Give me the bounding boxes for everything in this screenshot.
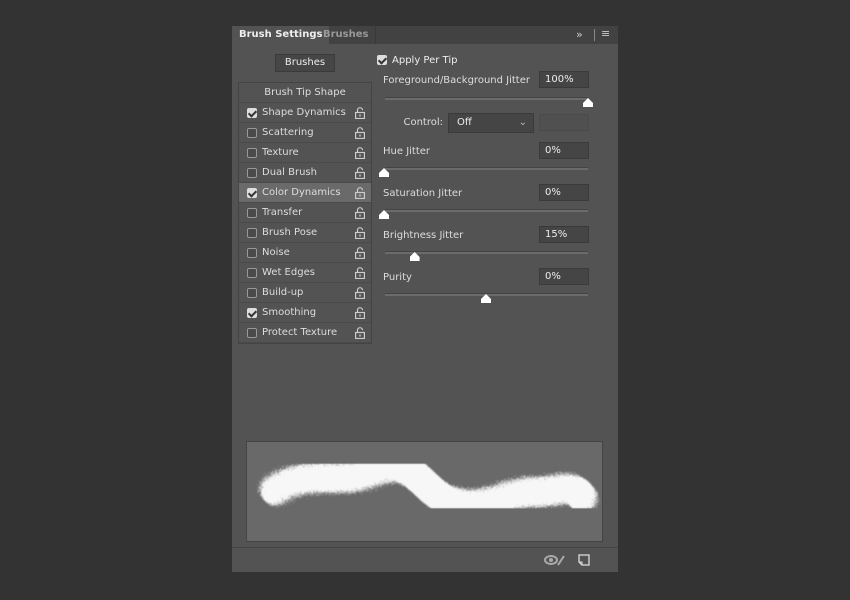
lock-icon[interactable] [355, 147, 366, 160]
brush-options-list: Brush Tip Shape Shape Dynamics Scattering T… [238, 82, 372, 344]
list-item-label: Color Dynamics [262, 187, 341, 198]
tab-brushes[interactable]: Brushes [316, 26, 377, 44]
saturation-jitter-input[interactable]: 0% [539, 184, 589, 201]
purity-label: Purity [383, 272, 412, 283]
lock-icon[interactable] [355, 247, 366, 260]
brightness-jitter-value: 15% [545, 229, 568, 240]
list-item-smoothing[interactable]: Smoothing [239, 303, 371, 323]
list-item-scattering[interactable]: Scattering [239, 123, 371, 143]
collapse-icon[interactable]: » [576, 28, 583, 41]
foreground-background-jitter-label: Foreground/Background Jitter [383, 75, 530, 86]
list-item-label: Texture [262, 147, 299, 158]
list-item-transfer[interactable]: Transfer [239, 203, 371, 223]
list-item-noise[interactable]: Noise [239, 243, 371, 263]
list-item-brush-tip-shape[interactable]: Brush Tip Shape [239, 83, 371, 103]
purity-input[interactable]: 0% [539, 268, 589, 285]
checkbox[interactable] [247, 168, 257, 178]
tab-bar: Brush Settings Brushes » ≡ [232, 26, 618, 44]
checkbox[interactable] [247, 248, 257, 258]
list-item-label: Protect Texture [262, 327, 338, 338]
tab-brush-settings[interactable]: Brush Settings [232, 26, 330, 44]
checkbox[interactable] [247, 128, 257, 138]
toggle-live-tip-preview-icon[interactable] [544, 554, 566, 566]
hue-jitter-label: Hue Jitter [383, 146, 431, 157]
list-item-color-dynamics[interactable]: Color Dynamics [239, 183, 371, 203]
lock-icon[interactable] [355, 127, 366, 140]
hue-jitter-slider[interactable] [385, 167, 588, 170]
list-item-label: Transfer [262, 207, 303, 218]
purity-value: 0% [545, 271, 561, 282]
checkbox[interactable] [247, 108, 257, 118]
divider [594, 29, 595, 41]
list-item-label: Noise [262, 247, 290, 258]
lock-icon[interactable] [355, 267, 366, 280]
brush-stroke [260, 452, 597, 520]
new-brush-icon[interactable] [578, 554, 590, 566]
checkbox[interactable] [247, 328, 257, 338]
lock-icon[interactable] [355, 187, 366, 200]
lock-icon[interactable] [355, 327, 366, 340]
lock-icon[interactable] [355, 107, 366, 120]
foreground-background-jitter-value: 100% [545, 74, 574, 85]
list-item-texture[interactable]: Texture [239, 143, 371, 163]
checkbox[interactable] [247, 308, 257, 318]
brush-stroke-preview [246, 441, 603, 542]
apply-per-tip-label: Apply Per Tip [392, 55, 458, 66]
checkbox[interactable] [247, 148, 257, 158]
list-item-wet-edges[interactable]: Wet Edges [239, 263, 371, 283]
checkbox[interactable] [247, 228, 257, 238]
list-item-label: Brush Pose [262, 227, 318, 238]
lock-icon[interactable] [355, 207, 366, 220]
control-label: Control: [403, 117, 443, 128]
menu-icon[interactable]: ≡ [601, 27, 610, 40]
list-item-label: Dual Brush [262, 167, 317, 178]
lock-icon[interactable] [355, 227, 366, 240]
checkbox[interactable] [247, 188, 257, 198]
lock-icon[interactable] [355, 167, 366, 180]
saturation-jitter-label: Saturation Jitter [383, 188, 463, 199]
list-item-dual-brush[interactable]: Dual Brush [239, 163, 371, 183]
list-item-label: Smoothing [262, 307, 317, 318]
hue-jitter-value: 0% [545, 145, 561, 156]
chevron-down-icon: ⌄ [518, 117, 527, 128]
brush-settings-panel: Brush Settings Brushes » ≡ Brushes Brush… [232, 26, 618, 572]
hue-jitter-input[interactable]: 0% [539, 142, 589, 159]
foreground-background-jitter-input[interactable]: 100% [539, 71, 589, 88]
list-item-label: Scattering [262, 127, 314, 138]
control-select[interactable]: Off ⌄ [448, 113, 534, 133]
foreground-background-jitter-slider[interactable] [385, 97, 588, 100]
lock-icon[interactable] [355, 307, 366, 320]
list-item-label: Build-up [262, 287, 304, 298]
list-item-build-up[interactable]: Build-up [239, 283, 371, 303]
checkbox[interactable] [247, 288, 257, 298]
brightness-jitter-input[interactable]: 15% [539, 226, 589, 243]
list-item-label: Brush Tip Shape [264, 87, 346, 98]
checkbox[interactable] [247, 268, 257, 278]
brushes-button[interactable]: Brushes [275, 54, 335, 72]
saturation-jitter-slider[interactable] [385, 209, 588, 212]
list-item-shape-dynamics[interactable]: Shape Dynamics [239, 103, 371, 123]
checkbox[interactable] [247, 208, 257, 218]
control-value: Off [457, 117, 472, 128]
control-fade-input [539, 114, 589, 131]
checkbox[interactable] [377, 55, 387, 65]
lock-icon[interactable] [355, 287, 366, 300]
list-item-label: Wet Edges [262, 267, 315, 278]
brightness-jitter-label: Brightness Jitter [383, 230, 464, 241]
list-item-brush-pose[interactable]: Brush Pose [239, 223, 371, 243]
list-item-protect-texture[interactable]: Protect Texture [239, 323, 371, 343]
saturation-jitter-value: 0% [545, 187, 561, 198]
panel-footer [232, 547, 618, 572]
list-item-label: Shape Dynamics [262, 107, 346, 118]
